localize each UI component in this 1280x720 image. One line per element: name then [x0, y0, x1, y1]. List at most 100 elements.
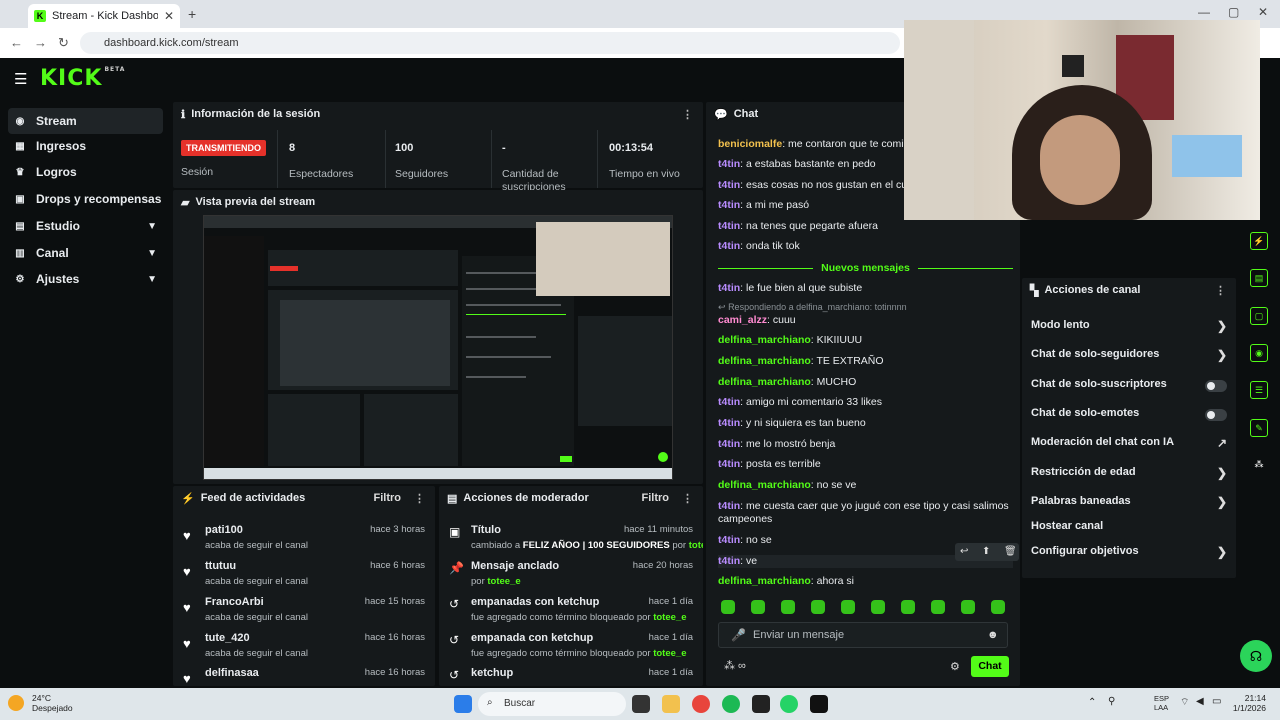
reply-icon[interactable]: ↩: [960, 546, 968, 557]
action-age-restriction[interactable]: Restricción de edad ❯: [1031, 466, 1231, 484]
battery-icon[interactable]: ▭: [1212, 696, 1221, 707]
subscribers-only-toggle[interactable]: [1205, 380, 1227, 392]
filter-button[interactable]: Filtro: [374, 492, 402, 504]
filter-button[interactable]: Filtro: [642, 492, 670, 504]
action-slow-mode[interactable]: Modo lento ❯: [1031, 319, 1231, 337]
delete-icon[interactable]: 🗑: [1004, 546, 1017, 557]
new-messages-divider[interactable]: Nuevos mensajes: [718, 262, 1013, 274]
taskbar-search[interactable]: Buscar: [478, 692, 626, 716]
emote-icon[interactable]: [781, 600, 795, 614]
chat-username[interactable]: delfina_marchiano: [718, 355, 811, 367]
url-field[interactable]: dashboard.kick.com/stream: [80, 32, 900, 54]
emote-icon[interactable]: [961, 600, 975, 614]
sidebar-item-drops[interactable]: ▣ Drops y recompensas: [8, 186, 163, 212]
chat-username[interactable]: delfina_marchiano: [718, 479, 811, 491]
chat-settings-icon[interactable]: ⚙: [950, 660, 960, 673]
chat-username[interactable]: t4tin: [718, 534, 740, 546]
task-view-icon[interactable]: [632, 695, 650, 713]
whatsapp-icon[interactable]: [780, 695, 798, 713]
emote-icon[interactable]: [811, 600, 825, 614]
send-chat-button[interactable]: Chat: [971, 656, 1009, 677]
action-banned-words[interactable]: Palabras baneadas ❯: [1031, 495, 1231, 513]
chat-username[interactable]: cami_alzz: [718, 314, 767, 326]
moderator-name[interactable]: totee_e: [653, 648, 686, 659]
minimize-icon[interactable]: —: [1198, 5, 1210, 19]
sidebar-item-ajustes[interactable]: ⚙ Ajustes ▼: [8, 266, 163, 292]
browser-tab[interactable]: K Stream - Kick Dashboard ✕: [28, 4, 180, 28]
moderator-name[interactable]: totee_e: [689, 540, 703, 551]
stream-preview-video[interactable]: [203, 215, 673, 480]
chat-bubble-icon[interactable]: ▢: [1250, 307, 1268, 325]
chat-username[interactable]: t4tin: [718, 158, 740, 170]
weather-widget[interactable]: 24°C Despejado: [32, 693, 73, 713]
chat-username[interactable]: delfina_marchiano: [718, 575, 811, 587]
tiktok-icon[interactable]: [810, 695, 828, 713]
chat-username[interactable]: t4tin: [718, 458, 740, 470]
moderator-name[interactable]: totee_e: [653, 612, 686, 623]
spotify-icon[interactable]: [722, 695, 740, 713]
tray-icon[interactable]: ⚲: [1108, 696, 1115, 707]
moderator-name[interactable]: totee_e: [487, 576, 520, 587]
reload-icon[interactable]: ↻: [58, 35, 69, 51]
chat-username[interactable]: t4tin: [718, 199, 740, 211]
follower-name[interactable]: pati100: [205, 524, 243, 536]
list-icon[interactable]: ☰: [1250, 381, 1268, 399]
more-options-icon[interactable]: ⋮: [414, 492, 425, 505]
more-options-icon[interactable]: ⋮: [1215, 284, 1226, 297]
action-ai-moderation[interactable]: Moderación del chat con IA ↗: [1031, 436, 1231, 454]
sidebar-item-ingresos[interactable]: ▦ Ingresos: [8, 133, 163, 159]
support-icon[interactable]: ☊: [1240, 640, 1272, 672]
follower-name[interactable]: delfinasaa: [205, 667, 259, 679]
chat-username[interactable]: beniciomalfe: [718, 138, 782, 150]
chat-username[interactable]: t4tin: [718, 417, 740, 429]
action-set-goals[interactable]: Configurar objetivos ❯: [1031, 545, 1231, 563]
wrench-icon[interactable]: ✎: [1250, 419, 1268, 437]
emote-icon[interactable]: [841, 600, 855, 614]
emote-icon[interactable]: [931, 600, 945, 614]
close-tab-icon[interactable]: ✕: [164, 9, 174, 23]
lightning-icon[interactable]: ⚡: [1250, 232, 1268, 250]
action-followers-only[interactable]: Chat de solo-seguidores ❯: [1031, 348, 1231, 366]
emote-icon[interactable]: [751, 600, 765, 614]
emotes-only-toggle[interactable]: [1205, 409, 1227, 421]
close-window-icon[interactable]: ✕: [1258, 5, 1268, 19]
chat-message-input[interactable]: Enviar un mensaje: [718, 622, 1008, 648]
kick-logo[interactable]: KICK BETA: [40, 66, 125, 91]
tray-expand-icon[interactable]: ⌃: [1088, 697, 1096, 708]
follower-name[interactable]: ttutuu: [205, 560, 236, 572]
emote-icon[interactable]: [721, 600, 735, 614]
language-indicator[interactable]: ESP LAA: [1154, 694, 1169, 712]
action-host-channel[interactable]: Hostear canal: [1031, 520, 1231, 538]
emote-icon[interactable]: [871, 600, 885, 614]
emote-icon[interactable]: [991, 600, 1005, 614]
windows-start-icon[interactable]: [454, 695, 472, 713]
apps-icon[interactable]: ⁂: [1250, 456, 1268, 474]
pin-icon[interactable]: ⬆: [982, 546, 990, 557]
taskbar-clock[interactable]: 21:14 1/1/2026: [1233, 693, 1266, 713]
chrome-icon[interactable]: [692, 695, 710, 713]
chat-username[interactable]: delfina_marchiano: [718, 376, 811, 388]
chat-username[interactable]: t4tin: [718, 282, 740, 294]
menu-icon[interactable]: ☰: [14, 70, 27, 88]
follower-name[interactable]: FrancoArbi: [205, 596, 264, 608]
microphone-icon[interactable]: 🎤: [731, 628, 746, 642]
follower-name[interactable]: tute_420: [205, 632, 250, 644]
sidebar-item-estudio[interactable]: ▤ Estudio ▼: [8, 213, 163, 239]
wifi-icon[interactable]: ⌔: [1180, 696, 1189, 709]
chat-username[interactable]: t4tin: [718, 396, 740, 408]
chat-username[interactable]: t4tin: [718, 500, 740, 512]
chat-username[interactable]: t4tin: [718, 555, 740, 567]
volume-icon[interactable]: ◀: [1196, 696, 1204, 707]
maximize-icon[interactable]: ▢: [1228, 5, 1239, 19]
chat-username[interactable]: t4tin: [718, 179, 740, 191]
chat-badges-icon[interactable]: ⁂ ∞: [724, 659, 746, 672]
more-options-icon[interactable]: ⋮: [682, 492, 693, 505]
document-icon[interactable]: ▤: [1250, 269, 1268, 287]
broadcast-icon[interactable]: ◉: [1250, 344, 1268, 362]
sidebar-item-logros[interactable]: ♛ Logros: [8, 159, 163, 185]
new-tab-icon[interactable]: +: [188, 6, 196, 22]
back-icon[interactable]: ←: [10, 35, 23, 50]
more-options-icon[interactable]: ⋮: [682, 108, 693, 121]
chat-username[interactable]: t4tin: [718, 240, 740, 252]
game-icon[interactable]: [752, 695, 770, 713]
